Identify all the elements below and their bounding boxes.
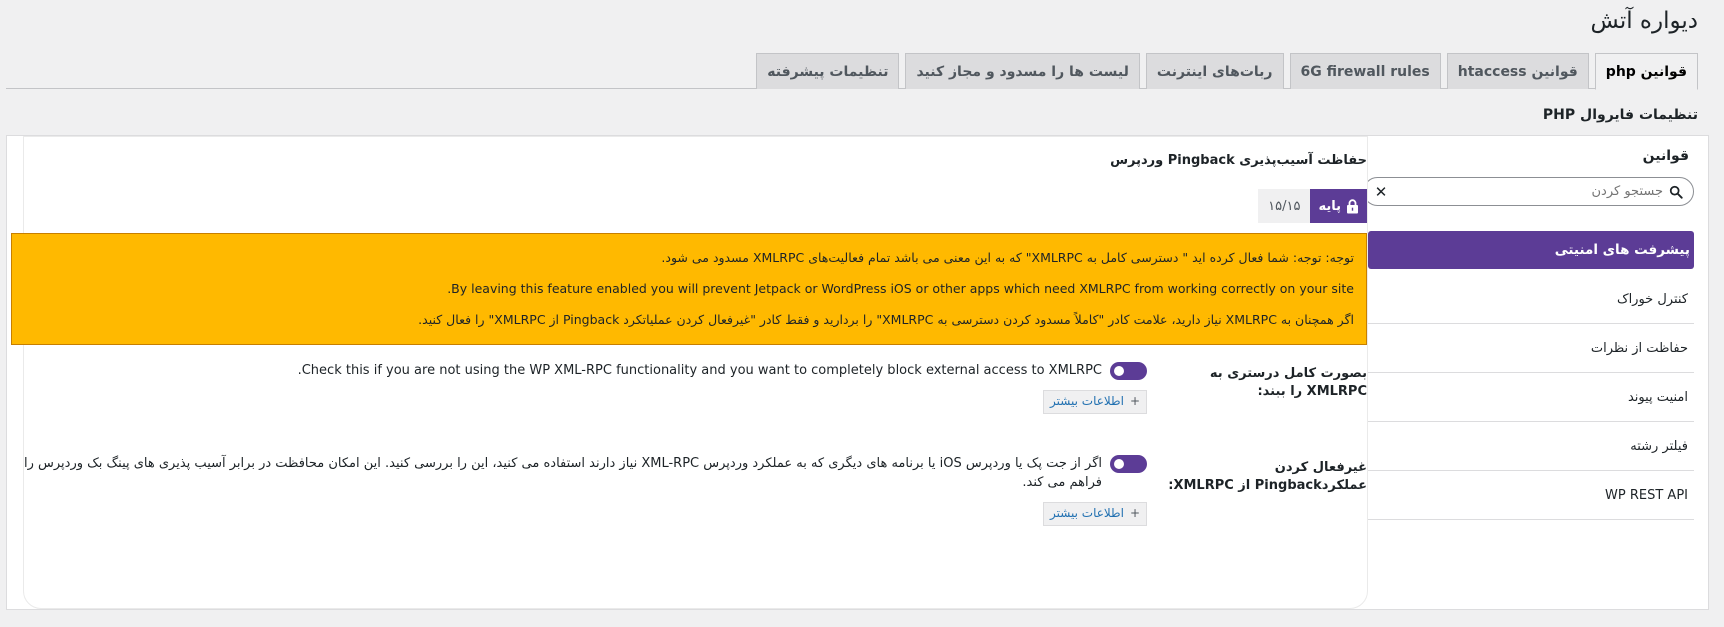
sidebar-title: قوانین [1642, 148, 1689, 164]
toggle-disable-pingback[interactable] [1110, 455, 1147, 473]
toggle-block-xmlrpc[interactable] [1110, 362, 1147, 380]
feature-content: حفاظت آسیب‌پذیری Pingback وردپرس پایه ۱۵… [11, 136, 1368, 609]
tab-internet-bots[interactable]: ربات‌های اینترنت [1145, 53, 1284, 89]
search-icon[interactable] [1669, 185, 1683, 199]
sidebar-item-string-filter[interactable]: فیلتر رشته [1368, 422, 1694, 471]
plus-icon: + [1129, 506, 1140, 520]
rules-nav: پیشرفت های امنیتی کنترل خوراک حفاظت از ن… [1368, 231, 1694, 520]
tab-advanced-settings[interactable]: تنظیمات پیشرفته [756, 53, 900, 89]
tab-6g-firewall-rules[interactable]: 6G firewall rules [1289, 53, 1441, 89]
level-count: ۱۵/۱۵ [1258, 189, 1311, 223]
more-info-label: اطلاعات بیشتر [1050, 394, 1124, 408]
settings-panel: قوانین ✕ پیشرفت های امنیتی کنترل خوراک ح… [6, 135, 1709, 610]
setting-row-block-xmlrpc: بصورت کامل درستری به XMLRPC را ببند: Che… [11, 361, 1367, 431]
setting-label: بصورت کامل درستری به XMLRPC را ببند: [1209, 366, 1367, 399]
rules-search-box: ✕ [1363, 177, 1694, 206]
setting-description-wrap: اگر از جت پک یا وردپرس iOS یا برنامه های… [11, 454, 1147, 492]
sidebar-item-security-enhancements[interactable]: پیشرفت های امنیتی [1368, 231, 1694, 269]
feature-title: حفاظت آسیب‌پذیری Pingback وردپرس [1110, 153, 1367, 168]
sidebar-item-comment-protection[interactable]: حفاظت از نظرات [1368, 324, 1694, 373]
more-info-button[interactable]: + اطلاعات بیشتر [1043, 502, 1147, 526]
sidebar-item-wp-rest-api[interactable]: WP REST API [1368, 471, 1694, 520]
setting-description: اگر از جت پک یا وردپرس iOS یا برنامه های… [23, 456, 1102, 490]
lock-icon [1346, 198, 1359, 214]
setting-row-disable-pingback: غیرفعال کردن عملکردPingback از XMLRPC: ا… [11, 454, 1367, 544]
tab-php-rules[interactable]: قوانین php [1594, 53, 1698, 90]
level-label-text: پایه [1318, 198, 1341, 214]
setting-description-wrap: Check this if you are not using the WP X… [11, 361, 1147, 380]
page-title: دیواره آتش [1590, 8, 1699, 34]
security-level-badge: پایه ۱۵/۱۵ [1258, 189, 1367, 223]
section-title: تنظیمات فایروال PHP [1542, 107, 1698, 123]
tab-htaccess-rules[interactable]: قوانین htaccess [1446, 53, 1589, 89]
tab-block-allow-lists[interactable]: لیست ها را مسدود و مجاز کنید [905, 53, 1140, 89]
notice-line: By leaving this feature enabled you will… [447, 281, 1354, 296]
setting-label: غیرفعال کردن عملکردPingback از XMLRPC: [1168, 460, 1367, 493]
search-input[interactable] [1388, 184, 1669, 199]
plus-icon: + [1129, 394, 1140, 408]
setting-control: Check this if you are not using the WP X… [11, 361, 1147, 414]
more-info-label: اطلاعات بیشتر [1050, 506, 1124, 520]
setting-control: اگر از جت پک یا وردپرس iOS یا برنامه های… [11, 454, 1147, 526]
warning-notice: توجه: توجه: شما فعال کرده اید " دسترسی ک… [11, 233, 1367, 345]
rules-sidebar: قوانین ✕ پیشرفت های امنیتی کنترل خوراک ح… [1363, 136, 1708, 609]
tab-bar: قوانین php قوانین htaccess 6G firewall r… [6, 53, 1698, 90]
notice-line: اگر همچنان به XMLRPC نیاز دارید، علامت ک… [418, 312, 1354, 327]
notice-line: توجه: توجه: شما فعال کرده اید " دسترسی ک… [661, 250, 1354, 265]
sidebar-item-link-security[interactable]: امنیت پیوند [1368, 373, 1694, 422]
more-info-button[interactable]: + اطلاعات بیشتر [1043, 390, 1147, 414]
setting-description: Check this if you are not using the WP X… [297, 363, 1102, 378]
close-icon[interactable]: ✕ [1374, 183, 1388, 201]
level-label: پایه [1310, 189, 1367, 223]
sidebar-item-feed-control[interactable]: کنترل خوراک [1368, 275, 1694, 324]
